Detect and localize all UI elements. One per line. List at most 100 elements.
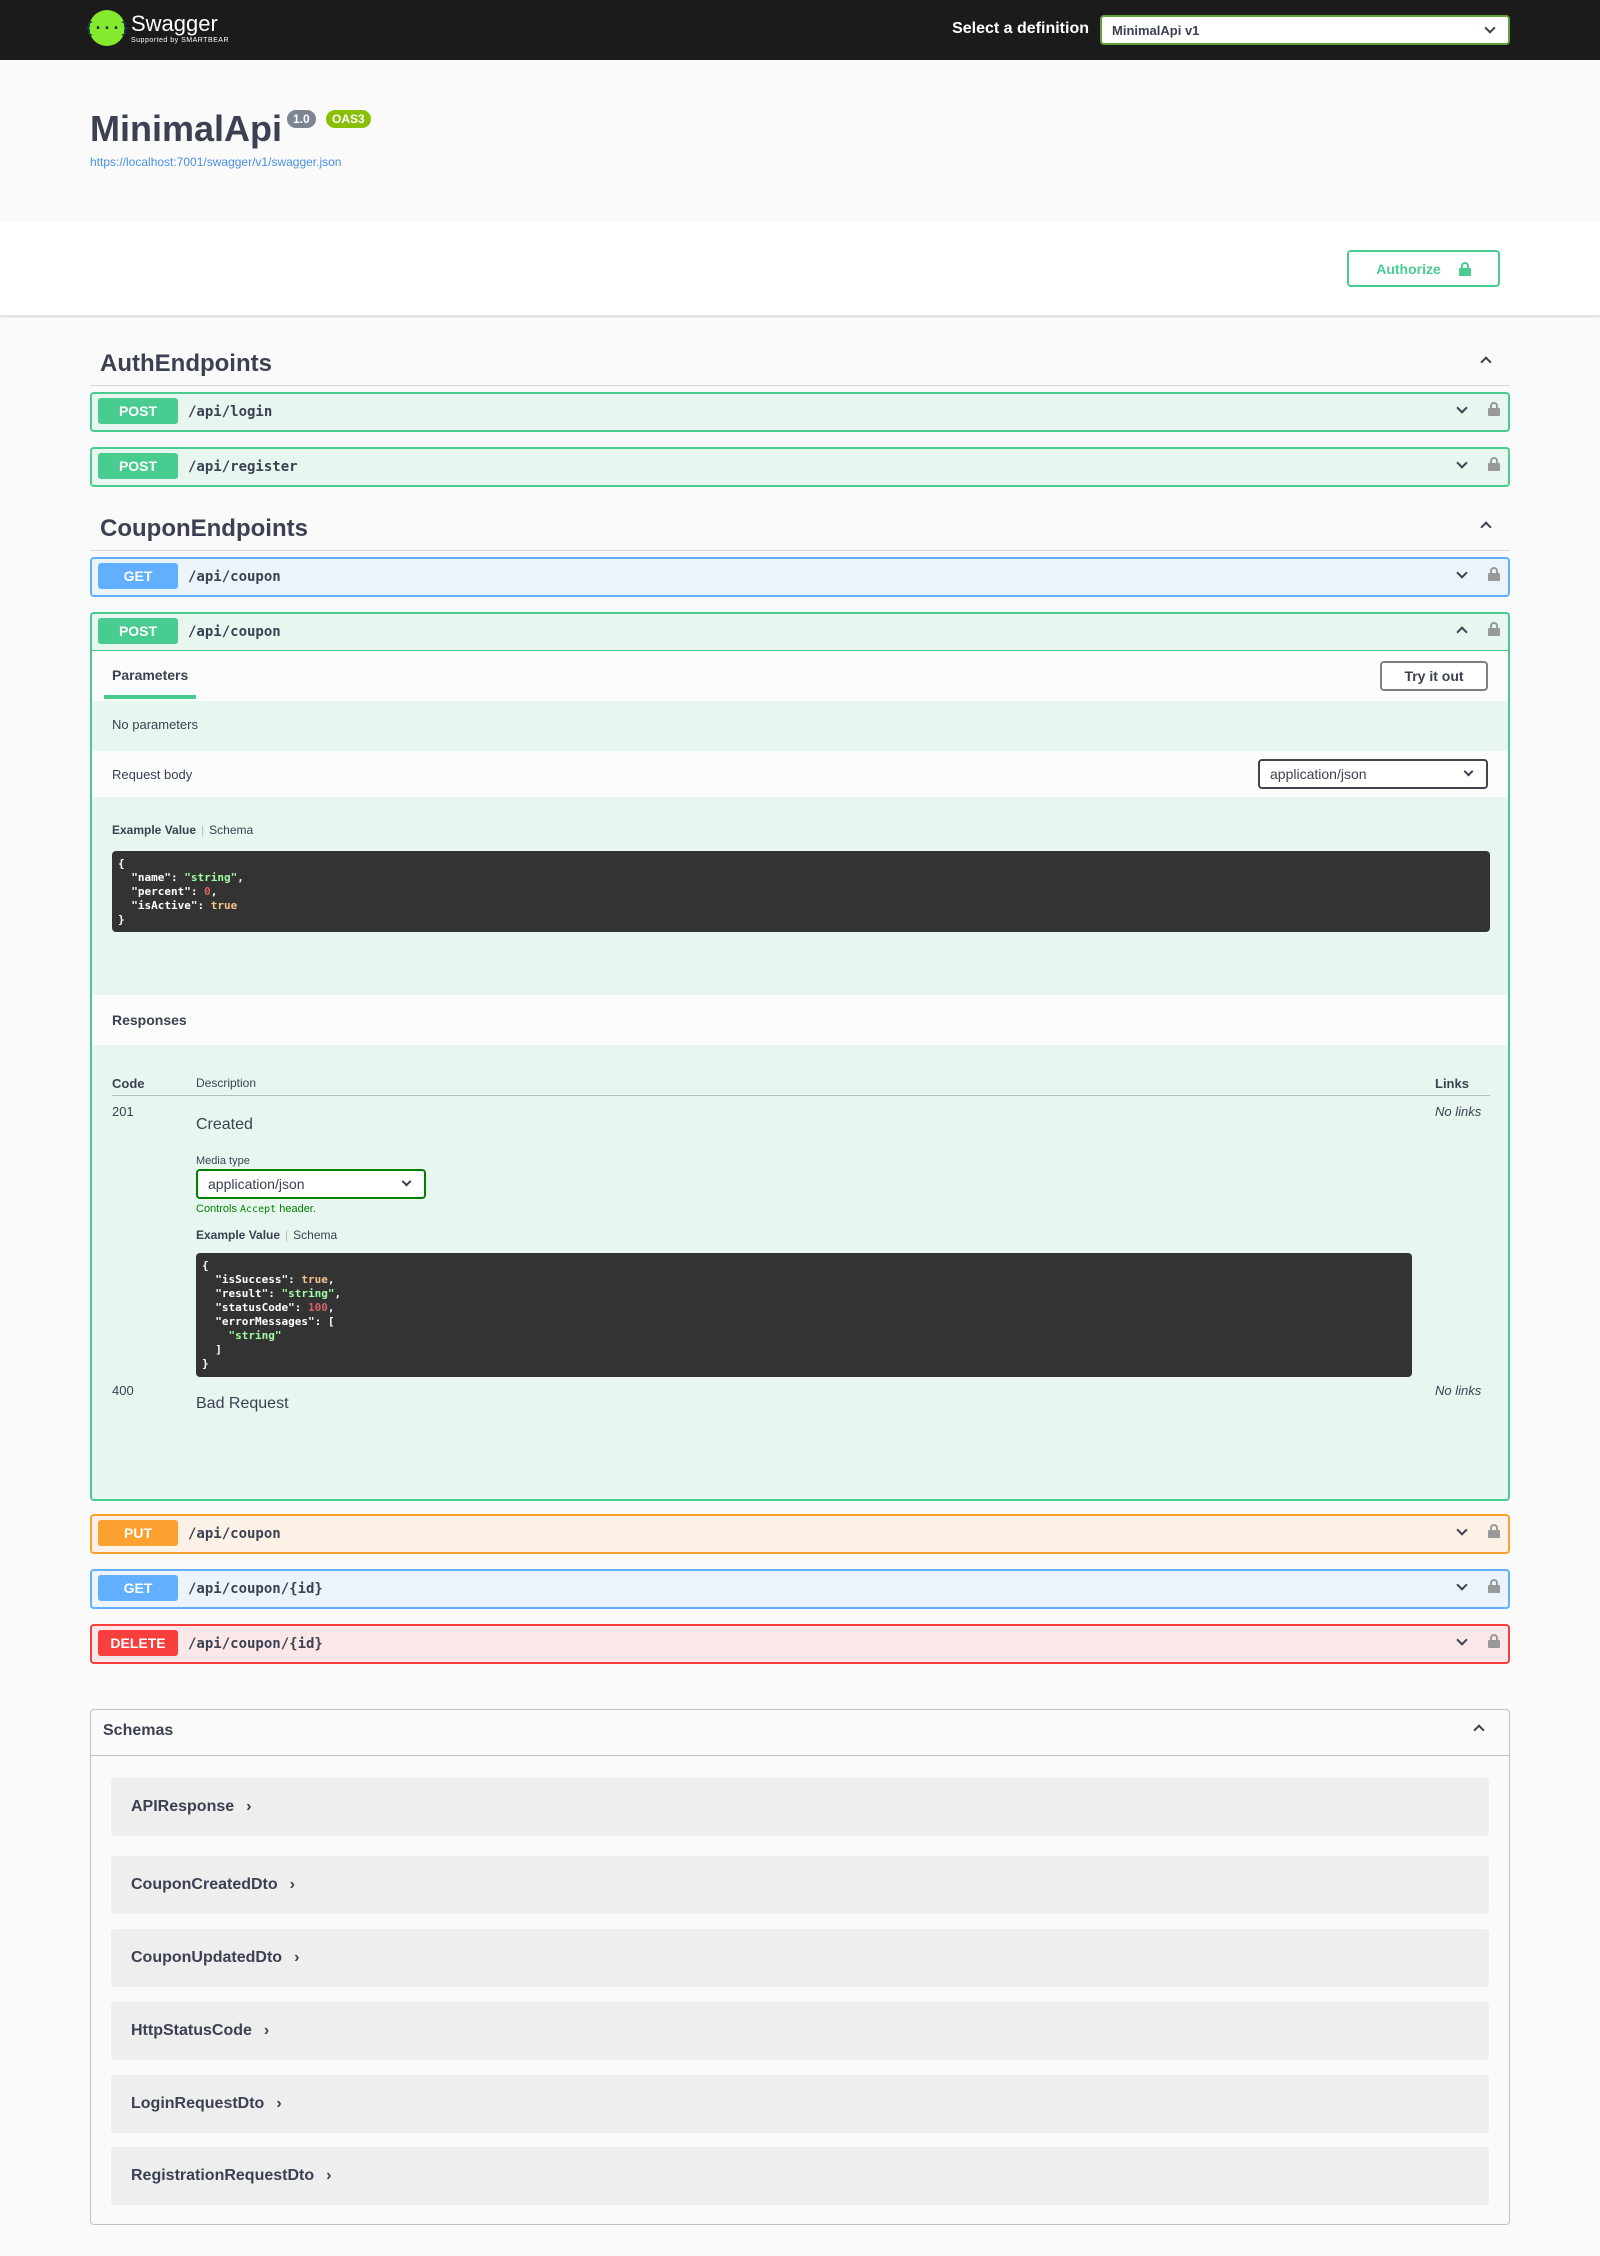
media-type-value: application/json	[208, 1176, 305, 1192]
responses-bar: Responses	[92, 995, 1508, 1045]
topbar: {···} Swagger Supported by SMARTBEAR Sel…	[0, 0, 1600, 60]
tag-title: AuthEndpoints	[100, 350, 272, 377]
chevron-up-icon	[1480, 521, 1492, 533]
operation-get-coupon-by-id[interactable]: GET /api/coupon/{id}	[90, 1569, 1510, 1609]
col-links: Links	[1435, 1076, 1469, 1091]
request-body-bar: Request body application/json	[92, 751, 1508, 797]
tab-schema[interactable]: Schema	[293, 1228, 337, 1242]
media-type-select[interactable]: application/json	[196, 1169, 426, 1199]
tab-parameters[interactable]: Parameters	[112, 667, 188, 683]
schema-model-httpstatuscode[interactable]: HttpStatusCode ›	[111, 2002, 1489, 2060]
schema-model-registrationrequestdto[interactable]: RegistrationRequestDto ›	[111, 2147, 1489, 2205]
operation-path: /api/coupon/{id}	[188, 1581, 323, 1597]
controls-pre: Controls	[196, 1203, 237, 1215]
tab-schema[interactable]: Schema	[209, 823, 253, 837]
tab-underline	[104, 695, 196, 699]
operation-delete-coupon-by-id[interactable]: DELETE /api/coupon/{id}	[90, 1624, 1510, 1664]
chevron-down-icon	[1456, 402, 1468, 414]
info-header: MinimalApi 1.0 OAS3	[90, 108, 371, 150]
version-badge: 1.0	[287, 110, 316, 128]
lock-icon[interactable]	[1488, 1524, 1500, 1538]
response-links-201: No links	[1435, 1104, 1482, 1119]
operation-post-register[interactable]: POST /api/register	[90, 447, 1510, 487]
operation-path: /api/login	[188, 404, 273, 420]
model-name: CouponUpdatedDto	[131, 1949, 283, 1966]
operation-body: Parameters Try it out No parameters Requ…	[92, 650, 1508, 1465]
spec-url-link[interactable]: https://localhost:7001/swagger/v1/swagge…	[90, 155, 341, 169]
lock-icon[interactable]	[1488, 622, 1500, 636]
method-badge: PUT	[98, 1520, 178, 1546]
controls-post: header.	[279, 1203, 316, 1215]
method-badge: POST	[98, 398, 178, 424]
request-example-code: { "name": "string", "percent": 0, "isAct…	[112, 851, 1490, 932]
operation-put-coupon[interactable]: PUT /api/coupon	[90, 1514, 1510, 1554]
method-badge: GET	[98, 563, 178, 589]
chevron-right-icon: ›	[289, 1876, 295, 1893]
responses-title: Responses	[112, 1012, 187, 1028]
lock-icon	[1458, 261, 1471, 276]
swagger-logo[interactable]: {···} Swagger Supported by SMARTBEAR	[84, 10, 229, 46]
table-divider	[112, 1095, 1490, 1096]
responses-section: Code Description Links 201 Created No li…	[92, 1045, 1508, 1465]
operation-header[interactable]: POST /api/coupon	[92, 614, 1508, 650]
controls-code: Accept	[240, 1204, 277, 1215]
operation-get-coupon[interactable]: GET /api/coupon	[90, 557, 1510, 597]
method-badge: POST	[98, 618, 178, 644]
tag-coupon-endpoints[interactable]: CouponEndpoints	[90, 501, 1510, 551]
lock-icon[interactable]	[1488, 457, 1500, 471]
tag-auth-endpoints[interactable]: AuthEndpoints	[90, 336, 1510, 386]
response-code-400: 400	[112, 1383, 134, 1398]
authorize-button[interactable]: Authorize	[1347, 250, 1500, 287]
col-description: Description	[196, 1076, 257, 1090]
definition-select[interactable]: MinimalApi v1	[1100, 15, 1510, 45]
chevron-up-icon	[1480, 356, 1492, 368]
schemas-header[interactable]: Schemas	[91, 1710, 1509, 1756]
controls-accept-note: Controls Accept header.	[196, 1203, 316, 1215]
operation-path: /api/register	[188, 459, 298, 475]
method-badge: POST	[98, 453, 178, 479]
lock-icon[interactable]	[1488, 1579, 1500, 1593]
schema-model-couponupdateddto[interactable]: CouponUpdatedDto ›	[111, 1929, 1489, 1987]
response-links-400: No links	[1435, 1383, 1482, 1398]
chevron-down-icon	[1463, 766, 1474, 777]
schema-model-loginrequestdto[interactable]: LoginRequestDto ›	[111, 2075, 1489, 2133]
operation-post-login[interactable]: POST /api/login	[90, 392, 1510, 432]
schemas-section: Schemas APIResponse › CouponCreatedDto › C…	[90, 1709, 1510, 2225]
model-name: CouponCreatedDto	[131, 1876, 278, 1893]
authorize-label: Authorize	[1376, 260, 1441, 277]
request-content-type-value: application/json	[1270, 766, 1367, 782]
try-it-out-button[interactable]: Try it out	[1380, 661, 1488, 691]
request-body-label: Request body	[112, 767, 193, 782]
model-name: RegistrationRequestDto	[131, 2167, 315, 2184]
schema-model-apiresponse[interactable]: APIResponse ›	[111, 1778, 1489, 1836]
response-code-201: 201	[112, 1104, 134, 1119]
model-name: HttpStatusCode	[131, 2022, 252, 2039]
operation-path: /api/coupon/{id}	[188, 1636, 323, 1652]
chevron-right-icon: ›	[294, 1949, 300, 1966]
lock-icon[interactable]	[1488, 1634, 1500, 1648]
page-title: MinimalApi	[90, 108, 283, 149]
schema-model-couponcreateddto[interactable]: CouponCreatedDto ›	[111, 1856, 1489, 1914]
swagger-logo-icon: {···}	[84, 10, 130, 46]
tag-title: CouponEndpoints	[100, 515, 308, 542]
tab-example-value[interactable]: Example Value	[196, 1228, 280, 1242]
operation-path: /api/coupon	[188, 1526, 281, 1542]
col-code: Code	[112, 1076, 145, 1091]
tab-example-value[interactable]: Example Value	[112, 823, 196, 837]
logo-name: Swagger	[131, 10, 218, 36]
response-example-tabs: Example Value | Schema	[196, 1228, 338, 1242]
chevron-right-icon: ›	[276, 2095, 282, 2112]
lock-icon[interactable]	[1488, 567, 1500, 581]
model-name: APIResponse	[131, 1798, 235, 1815]
chevron-right-icon: ›	[246, 1798, 252, 1815]
oas-badge: OAS3	[326, 110, 371, 128]
chevron-right-icon: ›	[263, 2022, 270, 2039]
operation-post-coupon: POST /api/coupon Parameters Try it out N…	[90, 612, 1510, 1501]
response-desc-201: Created	[196, 1116, 253, 1133]
response-desc-400: Bad Request	[196, 1395, 289, 1412]
definition-label: Select a definition	[952, 20, 1089, 37]
lock-icon[interactable]	[1488, 402, 1500, 416]
request-content-type-select[interactable]: application/json	[1258, 759, 1488, 789]
model-name: LoginRequestDto	[131, 2095, 265, 2112]
method-badge: GET	[98, 1575, 178, 1601]
